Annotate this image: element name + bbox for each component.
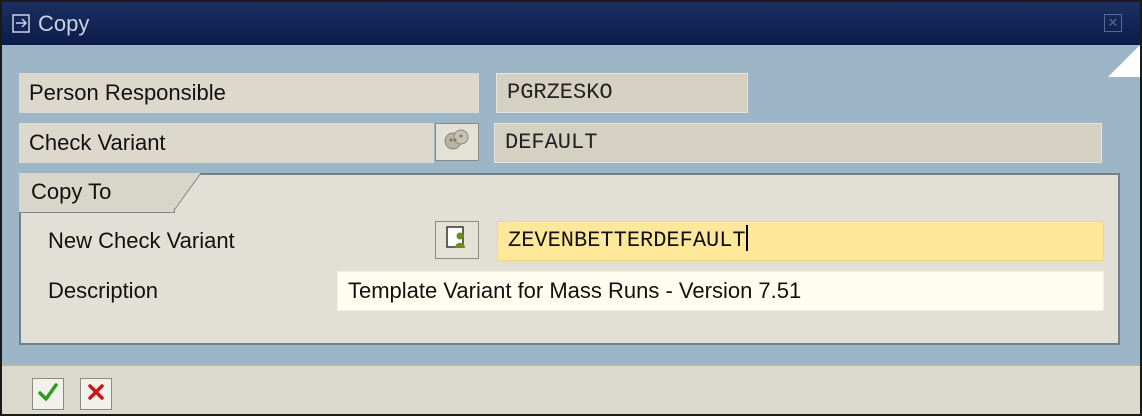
new-check-variant-input[interactable]: ZEVENBETTERDEFAULT — [497, 221, 1104, 261]
group-tab-slant — [171, 173, 201, 213]
new-check-variant-label: New Check Variant — [36, 221, 436, 261]
variant-list-icon — [443, 128, 471, 157]
new-check-variant-value: ZEVENBETTERDEFAULT — [508, 228, 746, 253]
info-person-icon — [446, 225, 468, 255]
copy-window-icon — [12, 14, 34, 34]
cancel-x-icon — [85, 381, 107, 408]
check-variant-label: Check Variant — [19, 123, 434, 163]
corner-marker — [1108, 45, 1140, 77]
dialog-footer — [2, 364, 1140, 414]
dialog-content: Person Responsible PGRZESKO Check Varian… — [2, 45, 1140, 364]
cancel-button[interactable] — [80, 378, 112, 410]
description-input[interactable]: Template Variant for Mass Runs - Version… — [337, 271, 1104, 311]
check-variant-field[interactable]: DEFAULT — [494, 123, 1102, 163]
confirm-button[interactable] — [32, 378, 64, 410]
title-bar: Copy ✕ — [2, 2, 1140, 45]
person-responsible-field[interactable]: PGRZESKO — [496, 73, 748, 113]
check-variant-button[interactable] — [435, 123, 479, 161]
checkmark-icon — [37, 381, 59, 408]
new-check-variant-button[interactable] — [435, 221, 479, 259]
window-title: Copy — [38, 11, 90, 36]
text-cursor — [745, 225, 748, 251]
description-label: Description — [36, 271, 336, 311]
copy-dialog: Copy ✕ Person Responsible PGRZESKO Check… — [0, 0, 1142, 416]
person-responsible-label: Person Responsible — [19, 73, 479, 113]
copy-to-group: Copy To New Check Variant ZEVENBETTERDEF… — [19, 173, 1120, 345]
close-icon[interactable]: ✕ — [1104, 14, 1122, 32]
group-title: Copy To — [19, 173, 175, 213]
